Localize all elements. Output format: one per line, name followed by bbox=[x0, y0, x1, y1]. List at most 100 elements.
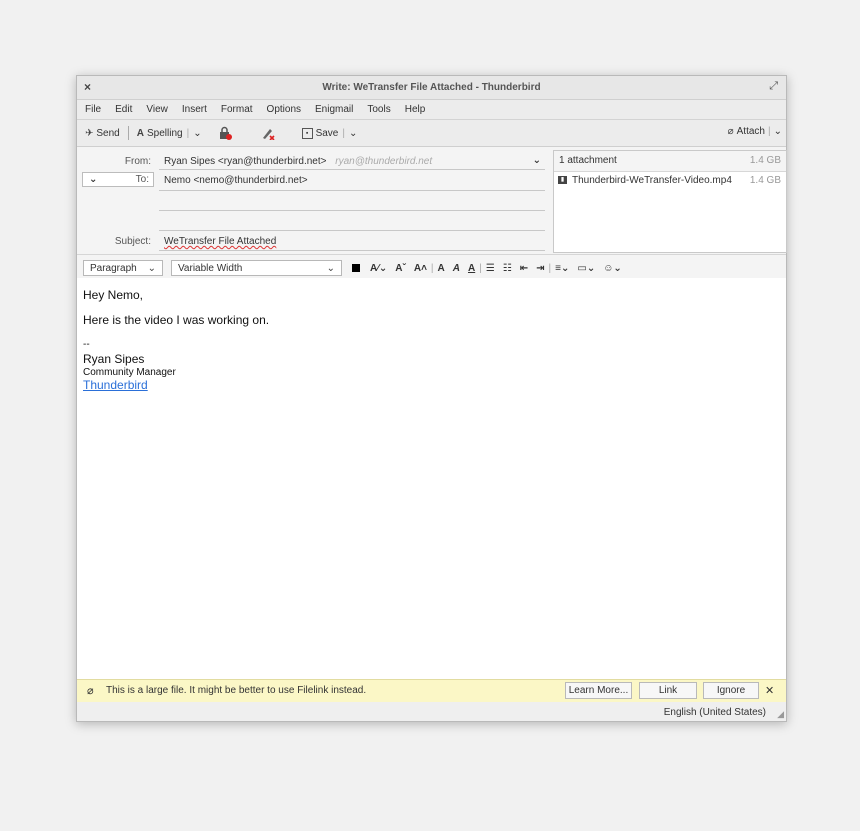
save-icon: ▪ bbox=[301, 127, 313, 139]
language-indicator[interactable]: English (United States) bbox=[664, 707, 766, 718]
subject-value: WeTransfer File Attached bbox=[164, 236, 277, 247]
attachment-pane: 1 attachment 1.4 GB ▮ Thunderbird-WeTran… bbox=[553, 150, 787, 253]
divider bbox=[159, 190, 545, 191]
underline-icon[interactable]: A bbox=[468, 263, 475, 274]
subject-label: Subject: bbox=[114, 236, 151, 247]
signature-link[interactable]: Thunderbird bbox=[83, 378, 148, 392]
menu-help[interactable]: Help bbox=[405, 104, 426, 115]
paragraph-format-select[interactable]: Paragraph ⌄ bbox=[83, 260, 163, 276]
title-bar: × Write: WeTransfer File Attached - Thun… bbox=[77, 76, 786, 100]
split-divider: | bbox=[342, 127, 345, 139]
close-icon[interactable]: ✕ bbox=[765, 684, 774, 697]
chevron-down-icon[interactable]: ⌄ bbox=[349, 128, 357, 139]
save-button[interactable]: ▪ Save | ⌄ bbox=[301, 127, 357, 139]
menu-options[interactable]: Options bbox=[267, 104, 301, 115]
chevron-down-icon: ⌄ bbox=[326, 263, 335, 274]
compose-header: From: Ryan Sipes <ryan@thunderbird.net> … bbox=[77, 147, 787, 255]
ignore-button[interactable]: Ignore bbox=[703, 682, 759, 699]
split-divider: | bbox=[768, 126, 771, 137]
toolbar-separator: | bbox=[548, 262, 552, 274]
signature-title: Community Manager bbox=[83, 367, 176, 378]
attachment-item[interactable]: ▮ Thunderbird-WeTransfer-Video.mp4 1.4 G… bbox=[554, 172, 786, 190]
to-label: To: bbox=[135, 174, 149, 185]
text-color-icon[interactable] bbox=[352, 264, 360, 272]
encryption-lock-icon bbox=[219, 126, 232, 140]
chevron-down-icon: ⌄ bbox=[532, 155, 541, 166]
outdent-icon[interactable]: ⇤ bbox=[520, 263, 528, 274]
sign-button[interactable] bbox=[260, 126, 276, 140]
save-label: Save bbox=[315, 127, 339, 139]
menu-enigmail[interactable]: Enigmail bbox=[315, 104, 353, 115]
emoji-icon[interactable]: ☺⌄ bbox=[603, 263, 622, 274]
signature-name: Ryan Sipes bbox=[83, 352, 145, 366]
chevron-down-icon[interactable]: ⌄ bbox=[193, 128, 201, 139]
attachment-count: 1 attachment bbox=[559, 155, 617, 166]
chevron-down-icon: ⌄ bbox=[147, 263, 156, 274]
split-divider: | bbox=[186, 127, 190, 139]
status-bar: English (United States) ◢ bbox=[77, 702, 786, 721]
attachment-header[interactable]: 1 attachment 1.4 GB bbox=[554, 151, 786, 172]
indent-icon[interactable]: ⇥ bbox=[536, 263, 544, 274]
attach-label: Attach bbox=[736, 126, 765, 137]
paragraph-format-value: Paragraph bbox=[90, 262, 137, 274]
video-file-icon: ▮ bbox=[558, 176, 567, 184]
signature-separator: -- bbox=[83, 339, 90, 350]
menu-bar: File Edit View Insert Format Options Eni… bbox=[77, 100, 786, 120]
attachment-size: 1.4 GB bbox=[749, 175, 781, 186]
spellcheck-icon: A bbox=[136, 127, 144, 139]
message-body[interactable]: Hey Nemo, Here is the video I was workin… bbox=[77, 278, 786, 680]
from-identity: ryan@thunderbird.net bbox=[335, 156, 433, 167]
font-family-value: Variable Width bbox=[178, 262, 243, 274]
insert-image-icon[interactable]: ▭⌄ bbox=[577, 263, 595, 274]
larger-text-icon[interactable]: A˄ bbox=[414, 263, 427, 274]
menu-file[interactable]: File bbox=[85, 104, 101, 115]
from-value: Ryan Sipes <ryan@thunderbird.net> bbox=[164, 156, 327, 167]
body-text: Here is the video I was working on. bbox=[83, 313, 270, 327]
paperclip-icon: ⌀ bbox=[727, 126, 734, 137]
from-label: From: bbox=[124, 156, 151, 167]
toolbar-separator: | bbox=[430, 262, 434, 274]
align-icon[interactable]: ≡⌄ bbox=[555, 263, 569, 274]
menu-edit[interactable]: Edit bbox=[115, 104, 132, 115]
chevron-down-icon: ⌄ bbox=[89, 174, 98, 185]
paperclip-icon: ⌀ bbox=[87, 685, 94, 697]
divider bbox=[159, 169, 545, 170]
recipient-type-select[interactable]: ⌄ To: bbox=[82, 172, 154, 187]
bullet-list-icon[interactable]: ☰ bbox=[486, 263, 495, 274]
notification-text: This is a large file. It might be better… bbox=[106, 685, 367, 696]
chevron-down-icon[interactable]: ⌄ bbox=[774, 126, 782, 137]
subject-field[interactable]: WeTransfer File Attached bbox=[164, 236, 276, 247]
divider bbox=[159, 250, 545, 251]
font-size-icon[interactable]: A⁄⌄ bbox=[370, 263, 387, 274]
compose-toolbar: ✈ Send A Spelling | ⌄ ▪ Save | ⌄ ⌀ Attac… bbox=[77, 120, 786, 147]
send-button[interactable]: ✈ Send bbox=[85, 128, 120, 139]
window-title: Write: WeTransfer File Attached - Thunde… bbox=[322, 82, 541, 93]
menu-tools[interactable]: Tools bbox=[367, 104, 390, 115]
italic-icon[interactable]: A bbox=[453, 263, 460, 274]
learn-more-button[interactable]: Learn More... bbox=[565, 682, 632, 699]
numbered-list-icon[interactable]: ☷ bbox=[503, 263, 512, 274]
resize-grip-icon[interactable]: ◢ bbox=[777, 709, 784, 720]
bold-icon[interactable]: A bbox=[438, 263, 445, 274]
menu-insert[interactable]: Insert bbox=[182, 104, 207, 115]
attachment-total-size: 1.4 GB bbox=[749, 155, 781, 166]
toolbar-separator bbox=[127, 126, 129, 140]
toolbar-separator: | bbox=[479, 262, 482, 274]
compose-window: × Write: WeTransfer File Attached - Thun… bbox=[76, 75, 787, 722]
font-family-select[interactable]: Variable Width ⌄ bbox=[171, 260, 342, 276]
from-select[interactable]: Ryan Sipes <ryan@thunderbird.net> ryan@t… bbox=[164, 155, 545, 167]
greeting-text: Hey Nemo, bbox=[83, 288, 144, 302]
smaller-text-icon[interactable]: Aˇ bbox=[395, 263, 406, 274]
menu-view[interactable]: View bbox=[146, 104, 168, 115]
attach-button[interactable]: ⌀ Attach | ⌄ bbox=[728, 126, 782, 137]
to-field[interactable]: Nemo <nemo@thunderbird.net> bbox=[164, 175, 308, 186]
attachment-name: Thunderbird-WeTransfer-Video.mp4 bbox=[572, 175, 732, 186]
maximize-icon[interactable]: ⤢ bbox=[769, 80, 778, 93]
empty-recipient-field[interactable] bbox=[159, 210, 545, 211]
send-label: Send bbox=[96, 127, 120, 139]
security-button[interactable] bbox=[218, 126, 232, 140]
filelink-button[interactable]: Link bbox=[639, 682, 697, 699]
spelling-label: Spelling bbox=[146, 127, 183, 139]
spelling-button[interactable]: A Spelling | ⌄ bbox=[137, 128, 202, 139]
menu-format[interactable]: Format bbox=[221, 104, 253, 115]
